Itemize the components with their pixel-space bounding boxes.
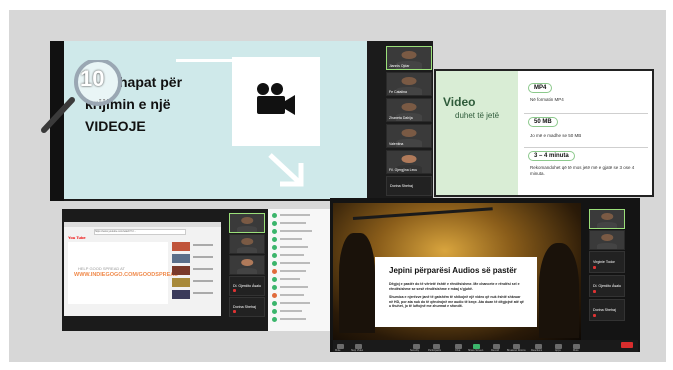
youtube-video-player[interactable]: HELP GOOD SPREAD AT WWW.INDIEGOGO.COM/GO… bbox=[68, 242, 178, 304]
magnifier-icon: 10 bbox=[32, 60, 142, 140]
end-button[interactable] bbox=[621, 342, 633, 348]
bottom-left-participant-tiles: Dl. Gjerdito Ásalu Dorina Shehaj bbox=[229, 213, 265, 325]
spec-badge: 3 – 4 minuta bbox=[528, 151, 575, 161]
video-caption-line2: WWW.INDIEGOGO.COM/GOODSPREAD bbox=[74, 272, 179, 278]
stage-photo: Jepini përparësi Audios së pastër Dëgjoj… bbox=[333, 203, 581, 340]
meeting-toolbar: Mute Stop Video Security Participants Ch… bbox=[333, 340, 638, 352]
toolbar-label: Participants bbox=[428, 349, 442, 352]
video-subtitle: duhet të jetë bbox=[455, 111, 500, 120]
toolbar-label: Breakout Rooms bbox=[507, 349, 526, 352]
self-tile[interactable]: Dorina Shehaj bbox=[589, 299, 625, 321]
spec-desc: Në formatin MP4 bbox=[530, 97, 564, 102]
video-title: Video bbox=[443, 95, 476, 109]
spec-item: 50 MB Jo më e madhe se 50 MB bbox=[528, 117, 646, 147]
audio-slide-para1: Dëgjoj e pastër do të vërtetë është e rë… bbox=[389, 282, 520, 291]
participant-tile[interactable]: Zhaneta Dahija bbox=[386, 98, 432, 122]
participant-tile[interactable] bbox=[229, 255, 265, 275]
audio-slide-title: Jepini përparësi Audios së pastër bbox=[389, 266, 517, 275]
browser-addressbar[interactable]: https://www.youtube.com/watch?v=... bbox=[94, 229, 186, 235]
participant-name-tile[interactable]: Virginie Todor bbox=[589, 251, 625, 273]
spec-item: MP4 Në formatin MP4 bbox=[528, 83, 646, 113]
green-title-panel: Video duhet të jetë bbox=[436, 71, 518, 195]
browser-window: https://www.youtube.com/watch?v=... You … bbox=[64, 222, 221, 316]
spec-desc: Rekomandohet që të mos jetë më e gjatë s… bbox=[530, 165, 635, 176]
toolbar-label: More bbox=[573, 349, 579, 352]
video-caption-line1: HELP GOOD SPREAD AT bbox=[78, 266, 125, 271]
toolbar-label: Stop Video bbox=[351, 349, 364, 352]
spec-desc: Jo më e madhe se 50 MB bbox=[530, 133, 582, 138]
toolbar-label: Record bbox=[491, 349, 500, 352]
participant-name-tile[interactable]: Dl. Gjerdito Ásalu bbox=[589, 275, 625, 297]
boom-pole bbox=[352, 207, 493, 220]
spec-divider bbox=[524, 113, 648, 114]
participant-tile[interactable] bbox=[589, 209, 625, 229]
toolbar-label: Apps bbox=[555, 349, 561, 352]
toolbar-label: Reactions bbox=[531, 349, 543, 352]
audio-slide-para2: Shumica e njerëzve janë të gatshëm të sh… bbox=[389, 295, 524, 308]
self-tile[interactable]: Dorina Shehaj bbox=[229, 297, 265, 317]
spec-divider bbox=[524, 147, 648, 148]
toolbar-label: Chat bbox=[455, 349, 461, 352]
person-silhouette-left bbox=[339, 233, 375, 333]
bottom-right-participant-tiles: Virginie Todor Dl. Gjerdito Ásalu Dorina… bbox=[589, 209, 625, 341]
participants-column-top: Jiannis Ojdar Fe Catalina Zhaneta Dahija… bbox=[386, 46, 432, 196]
participant-tile[interactable] bbox=[589, 230, 625, 250]
participant-tile[interactable] bbox=[229, 234, 265, 254]
youtube-logo[interactable]: You Tube bbox=[68, 235, 86, 240]
spec-badge: MP4 bbox=[528, 83, 553, 93]
video-spec-window: Video duhet të jetë MP4 Në formatin MP4 … bbox=[434, 69, 654, 197]
down-right-arrow-icon bbox=[268, 153, 304, 187]
participant-tile[interactable]: Fe Catalina bbox=[386, 72, 432, 96]
person-silhouette-right bbox=[539, 243, 579, 338]
camera-card bbox=[232, 57, 320, 146]
participant-tile[interactable] bbox=[229, 213, 265, 233]
self-tile[interactable]: Dorina Shehaj bbox=[386, 176, 432, 196]
spec-item: 3 – 4 minuta Rekomandohet që të mos jetë… bbox=[528, 151, 646, 191]
toolbar-label: Mute bbox=[335, 349, 341, 352]
toolbar-label: Security bbox=[410, 349, 420, 352]
video-camera-icon bbox=[257, 83, 295, 115]
youtube-recommendations bbox=[172, 242, 218, 304]
slide-number: 10 bbox=[80, 66, 105, 91]
audio-slide-card: Jepini përparësi Audios së pastër Dëgjoj… bbox=[375, 257, 537, 327]
toolbar-label: Share Screen bbox=[468, 349, 484, 352]
spec-badge: 50 MB bbox=[528, 117, 558, 127]
browser-tabbar bbox=[64, 222, 221, 227]
participants-list-panel[interactable] bbox=[268, 209, 330, 331]
participant-name-tile[interactable]: Dl. Gjerdito Ásalu bbox=[229, 276, 265, 296]
participant-tile[interactable]: Jiannis Ojdar bbox=[386, 46, 432, 70]
participant-tile[interactable]: Fil. Gjergjina Lecu bbox=[386, 150, 432, 174]
participant-tile[interactable]: Valentina bbox=[386, 124, 432, 148]
